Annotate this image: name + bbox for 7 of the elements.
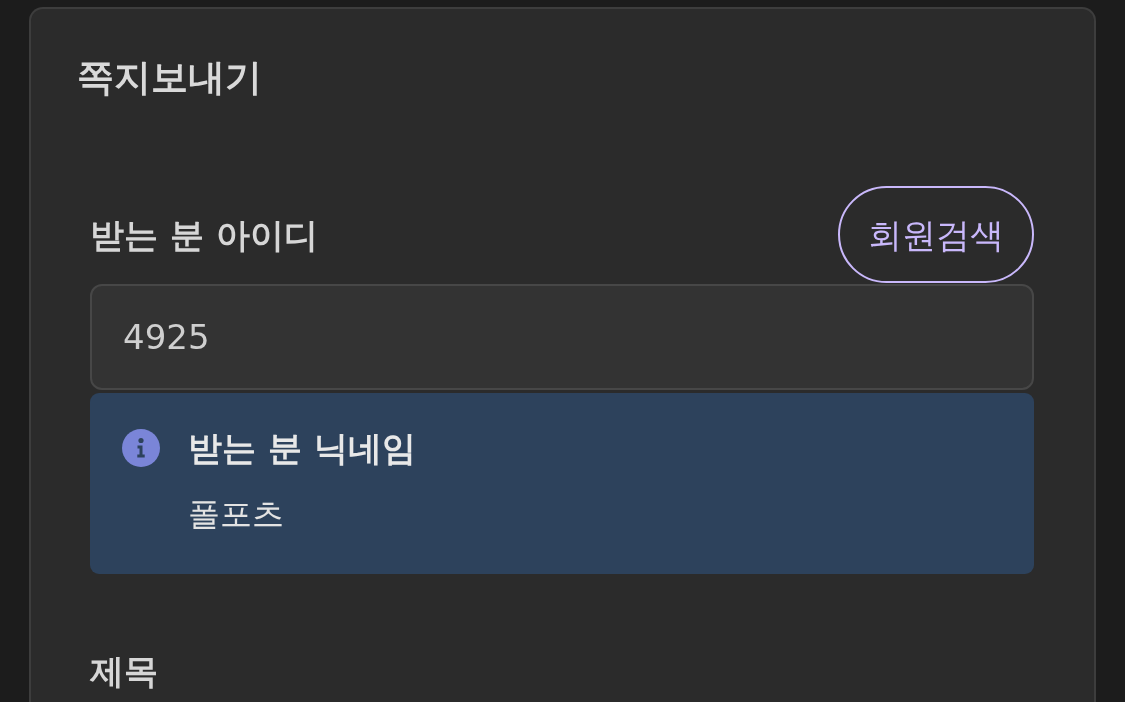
info-icon [122,429,160,467]
dialog-title: 쪽지보내기 [77,56,262,100]
notice-heading: 받는 분 닉네임 [188,428,416,468]
nickname-text: 폴포츠 [188,495,285,533]
input-field[interactable]: 4925 [90,284,1034,390]
field-label: 제목 [90,651,158,691]
field-label: 받는 분 아이디 [90,214,318,255]
